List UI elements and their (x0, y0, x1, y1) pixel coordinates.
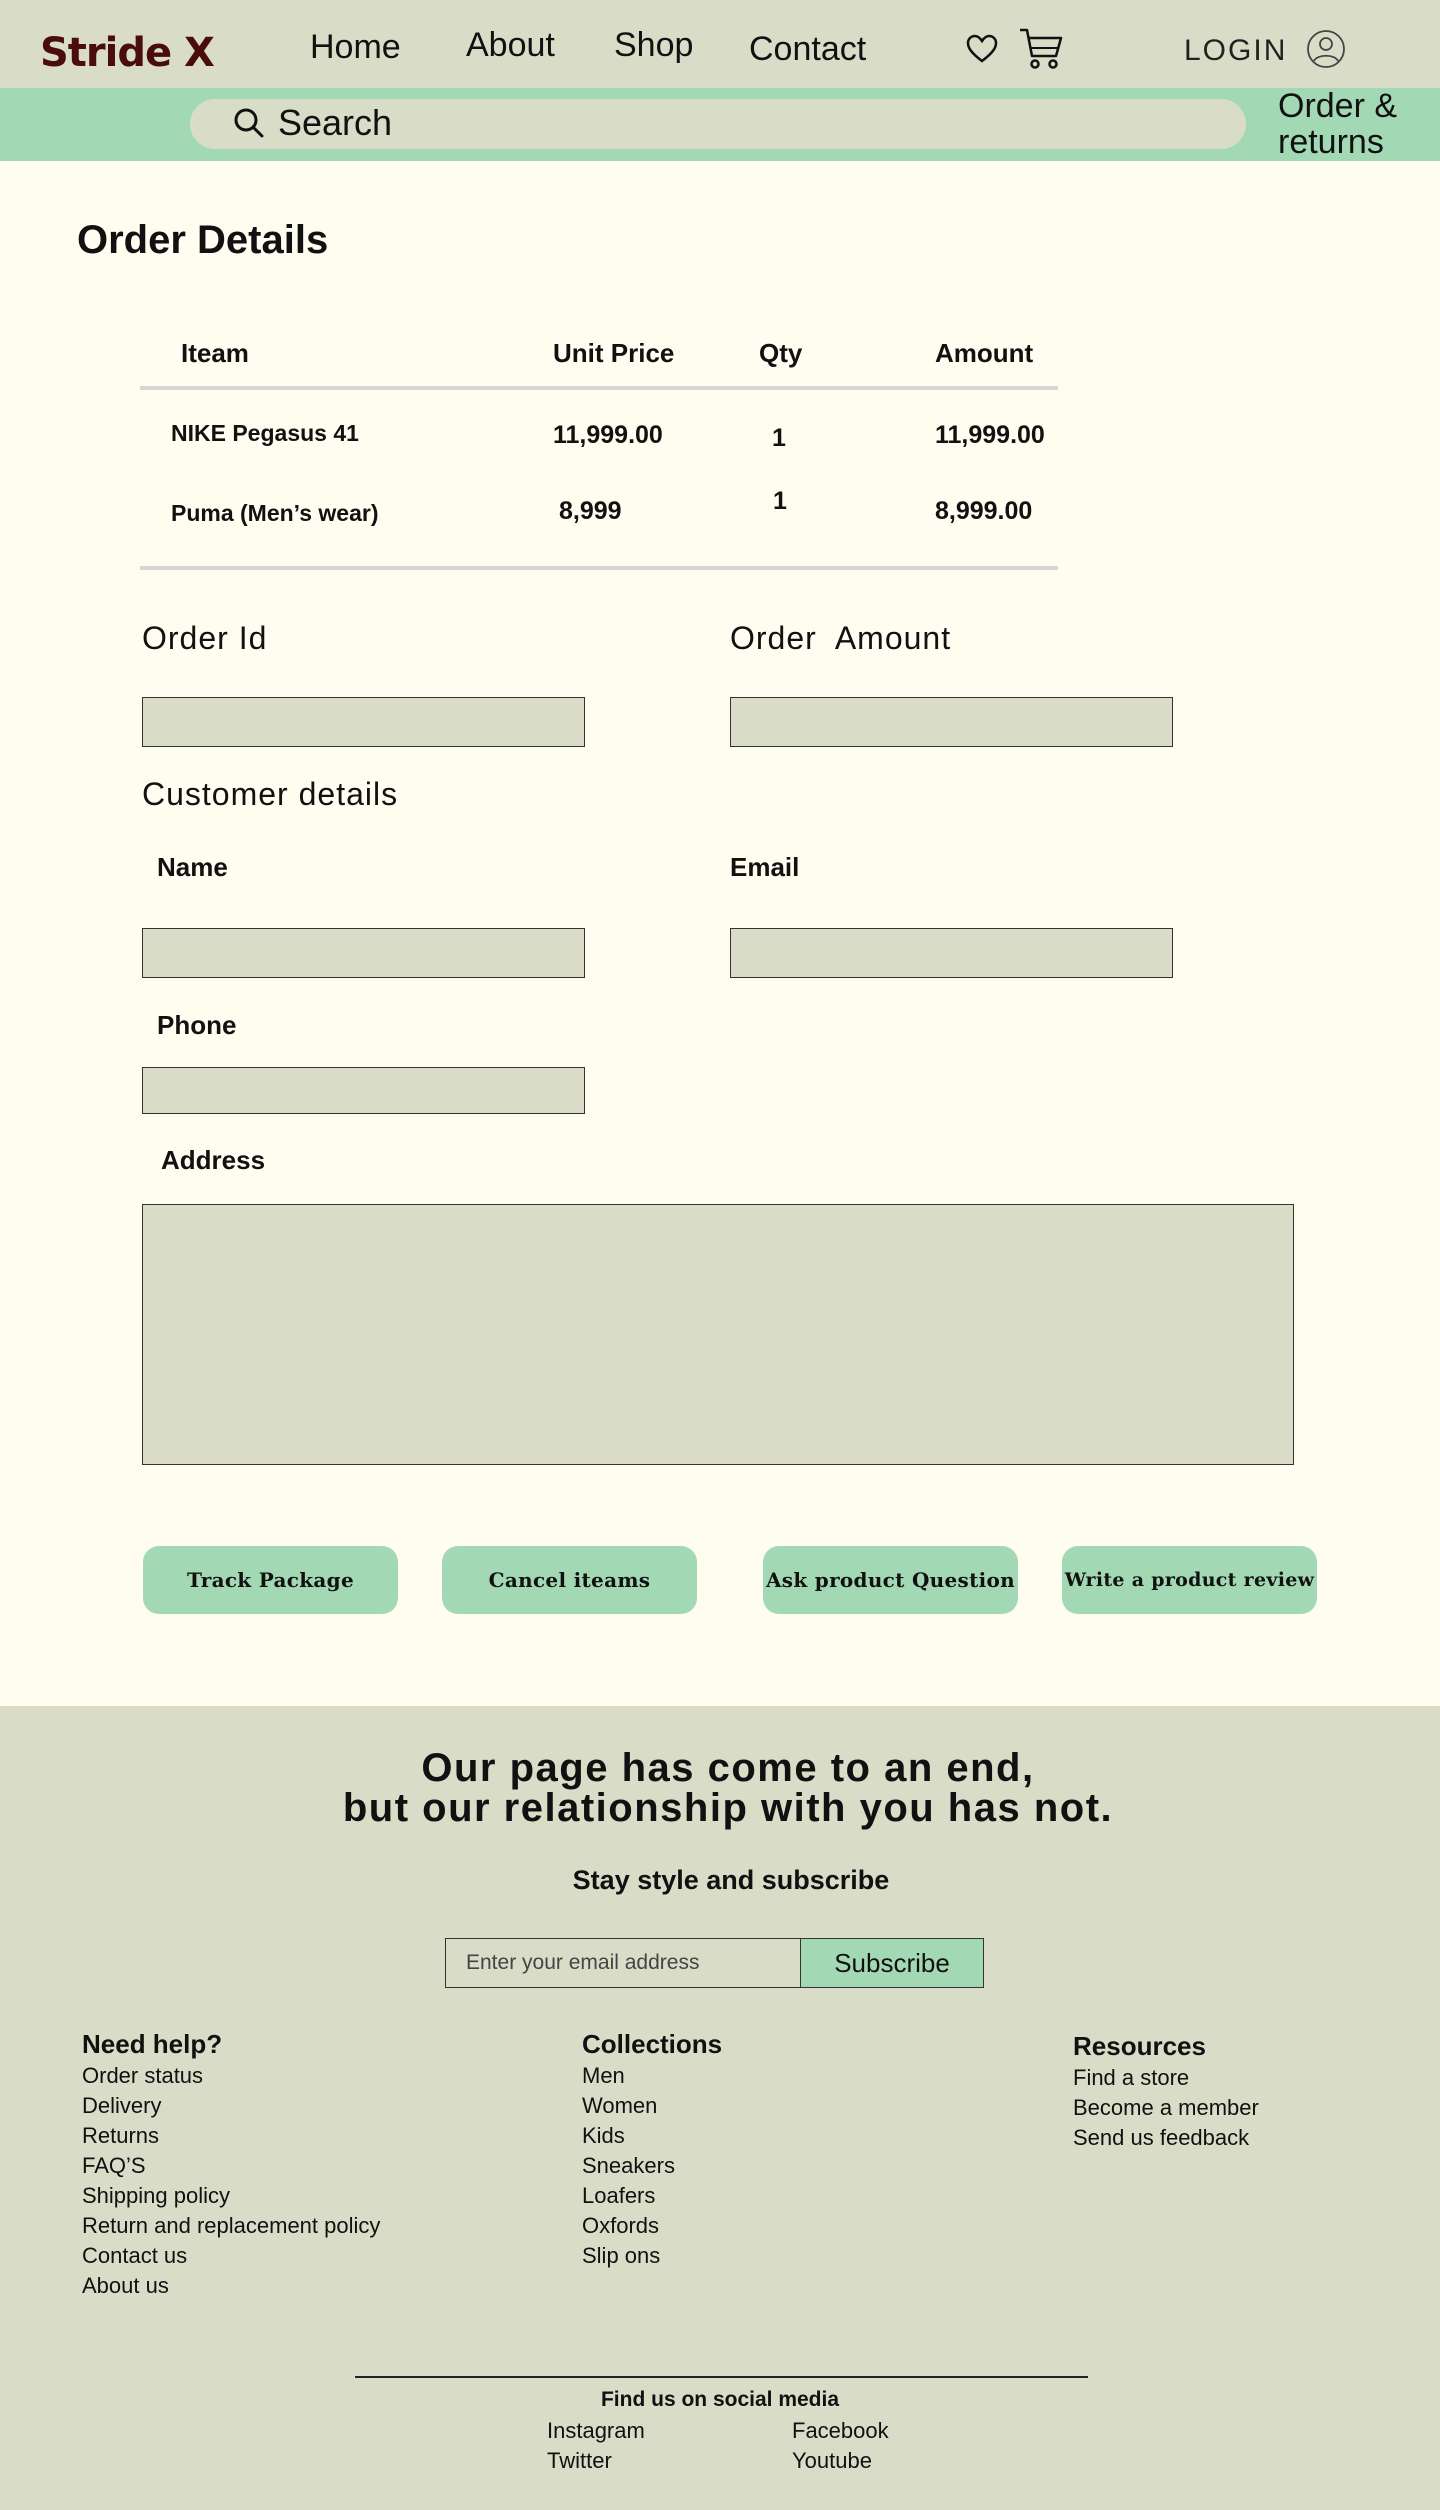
table-header-rule (140, 386, 1058, 390)
row-2-item: Puma (Men’s wear) (171, 500, 379, 526)
need-help-list: Order status Delivery Returns FAQ’S Ship… (82, 2061, 380, 2301)
login-link[interactable]: LOGIN (1184, 34, 1287, 68)
resources-heading: Resources (1073, 2031, 1206, 2061)
orders-returns-link[interactable]: Order & returns (1278, 88, 1397, 160)
ask-question-button[interactable]: Ask product Question (763, 1546, 1018, 1614)
collection-men[interactable]: Men (582, 2061, 675, 2091)
social-divider (355, 2376, 1088, 2378)
footer-slogan-line-2: but our relationship with you has not. (342, 1786, 1114, 1830)
column-header-amount: Amount (935, 338, 1034, 368)
email-label: Email (730, 852, 800, 882)
column-header-unit-price: Unit Price (553, 338, 675, 368)
footer-link-order-status[interactable]: Order status (82, 2061, 380, 2091)
address-label: Address (161, 1145, 266, 1175)
cancel-items-button[interactable]: Cancel iteams (442, 1546, 697, 1614)
name-label: Name (157, 852, 228, 882)
order-id-field[interactable] (142, 697, 585, 747)
order-id-label: Order Id (142, 620, 268, 656)
footer-link-return-replacement[interactable]: Return and replacement policy (82, 2211, 380, 2241)
footer-link-shipping-policy[interactable]: Shipping policy (82, 2181, 380, 2211)
collections-list: Men Women Kids Sneakers Loafers Oxfords … (582, 2061, 675, 2271)
write-review-button[interactable]: Write a product review (1062, 1546, 1317, 1614)
row-2-qty: 1 (773, 487, 787, 515)
footer-link-contact-us[interactable]: Contact us (82, 2241, 380, 2271)
orders-line-2: returns (1278, 123, 1384, 161)
footer-link-faqs[interactable]: FAQ’S (82, 2151, 380, 2181)
page-title: Order Details (77, 218, 329, 262)
search-placeholder: Search (278, 102, 393, 143)
need-help-heading: Need help? (82, 2029, 223, 2059)
social-twitter[interactable]: Twitter (547, 2448, 612, 2474)
subscribe-heading: Stay style and subscribe (572, 1865, 890, 1895)
footer-link-about-us[interactable]: About us (82, 2271, 380, 2301)
social-youtube[interactable]: Youtube (792, 2448, 872, 2474)
track-package-button[interactable]: Track Package (143, 1546, 398, 1614)
order-amount-field[interactable] (730, 697, 1173, 747)
subscribe-button[interactable]: Subscribe (800, 1938, 984, 1988)
nav-shop[interactable]: Shop (614, 26, 693, 65)
resource-send-feedback[interactable]: Send us feedback (1073, 2123, 1259, 2153)
email-field[interactable] (730, 928, 1173, 978)
row-2-unit-price: 8,999 (559, 497, 622, 525)
row-1-qty: 1 (772, 424, 786, 452)
table-footer-rule (140, 566, 1058, 570)
footer-link-delivery[interactable]: Delivery (82, 2091, 380, 2121)
cart-icon[interactable] (1018, 26, 1064, 77)
order-amount-label: Order Amount (730, 620, 952, 656)
nav-contact[interactable]: Contact (749, 30, 866, 69)
search-icon[interactable] (233, 107, 265, 144)
email-subscribe-input[interactable] (445, 1938, 801, 1988)
heart-icon[interactable] (966, 34, 998, 69)
collection-sneakers[interactable]: Sneakers (582, 2151, 675, 2181)
address-field[interactable] (142, 1204, 1294, 1465)
phone-field[interactable] (142, 1067, 585, 1114)
nav-about[interactable]: About (466, 26, 555, 65)
collections-heading: Collections (582, 2029, 723, 2059)
collection-oxfords[interactable]: Oxfords (582, 2211, 675, 2241)
column-header-item: Iteam (181, 338, 249, 368)
social-instagram[interactable]: Instagram (547, 2418, 645, 2444)
resources-list: Find a store Become a member Send us fee… (1073, 2063, 1259, 2153)
footer-link-returns[interactable]: Returns (82, 2121, 380, 2151)
column-header-qty: Qty (759, 338, 803, 368)
social-facebook[interactable]: Facebook (792, 2418, 889, 2444)
collection-women[interactable]: Women (582, 2091, 675, 2121)
footer-slogan-line-1: Our page has come to an end, (421, 1746, 1035, 1790)
social-heading: Find us on social media (600, 2388, 840, 2411)
orders-line-1: Order & (1278, 87, 1398, 125)
row-1-amount: 11,999.00 (935, 421, 1045, 449)
collection-kids[interactable]: Kids (582, 2121, 675, 2151)
resource-become-member[interactable]: Become a member (1073, 2093, 1259, 2123)
customer-details-heading: Customer details (142, 776, 399, 812)
resource-find-store[interactable]: Find a store (1073, 2063, 1259, 2093)
logo[interactable]: Stride X (40, 30, 215, 76)
row-1-unit-price: 11,999.00 (553, 421, 663, 449)
nav-home[interactable]: Home (310, 28, 401, 67)
collection-slip-ons[interactable]: Slip ons (582, 2241, 675, 2271)
name-field[interactable] (142, 928, 585, 978)
row-1-item: NIKE Pegasus 41 (171, 420, 359, 446)
user-icon[interactable] (1306, 29, 1346, 74)
row-2-amount: 8,999.00 (935, 497, 1033, 525)
phone-label: Phone (157, 1010, 237, 1040)
collection-loafers[interactable]: Loafers (582, 2181, 675, 2211)
